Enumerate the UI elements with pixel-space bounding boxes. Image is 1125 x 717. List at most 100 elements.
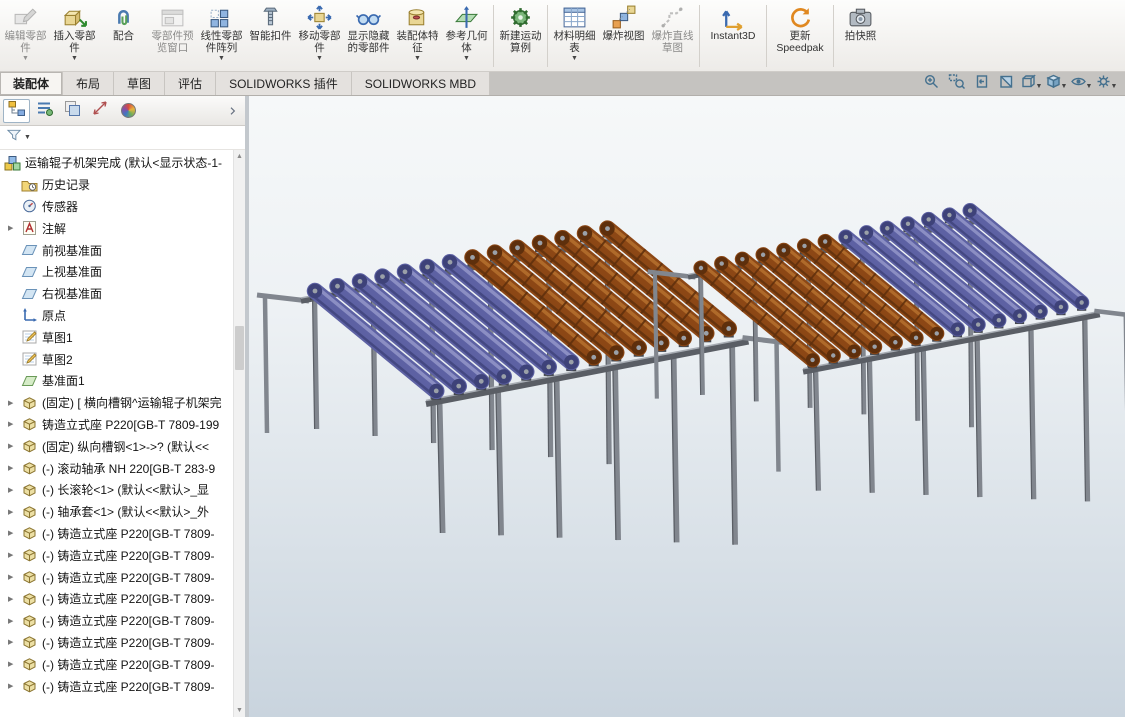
ribbon-button-bill-of-materials[interactable]: 材料明细表 ▼: [550, 1, 599, 71]
expand-arrow-icon[interactable]: ▶: [8, 573, 21, 581]
tree-item[interactable]: 基准面1: [0, 370, 233, 392]
expand-arrow-icon[interactable]: ▶: [8, 508, 21, 516]
scroll-down-icon[interactable]: ▼: [234, 704, 245, 717]
tree-item[interactable]: ▶ 注解: [0, 217, 233, 239]
display-style-button[interactable]: ▼: [1045, 73, 1067, 94]
expand-arrow-icon[interactable]: ▶: [8, 420, 21, 428]
ribbon-button-edit-component[interactable]: 编辑零部件 ▼: [1, 1, 50, 71]
graphics-area[interactable]: [249, 96, 1125, 717]
ribbon: 编辑零部件 ▼ 插入零部件 ▼ 配合 零部件预览窗口 线性零部件阵列 ▼ 智能扣件 移动零部件 ▼ 显…: [0, 0, 1125, 72]
tree-item[interactable]: 草图1: [0, 326, 233, 348]
tree-scrollbar[interactable]: ▲ ▼: [233, 150, 245, 717]
ribbon-button-label: 爆炸直线草图: [651, 30, 694, 54]
ribbon-button-smart-fasteners[interactable]: 智能扣件: [246, 1, 295, 71]
ribbon-button-exploded-view[interactable]: 爆炸视图: [599, 1, 648, 71]
filter-caret-icon[interactable]: ▼: [24, 134, 31, 142]
tree-item[interactable]: ▶ (-) 滚动轴承 NH 220[GB-T 283-9: [0, 457, 233, 479]
expand-arrow-icon[interactable]: ▶: [8, 529, 21, 537]
panel-tab-propertymanager[interactable]: [31, 99, 58, 123]
new-motion-study-icon: [507, 4, 534, 31]
ribbon-button-linear-component-pattern[interactable]: 线性零部件阵列 ▼: [197, 1, 246, 71]
command-tab-0[interactable]: 装配体: [0, 72, 64, 95]
tree-item[interactable]: ▶ (-) 轴承套<1> (默认<<默认>_外: [0, 501, 233, 523]
expand-arrow-icon[interactable]: ▶: [8, 595, 21, 603]
ribbon-button-component-preview-window[interactable]: 零部件预览窗口: [148, 1, 197, 71]
tree-item[interactable]: 原点: [0, 305, 233, 327]
part-icon: [21, 525, 38, 541]
expand-arrow-icon[interactable]: ▶: [8, 224, 21, 232]
panel-collapse-button[interactable]: [224, 101, 242, 121]
previous-view-button[interactable]: [970, 73, 992, 94]
ribbon-button-new-motion-study[interactable]: 新建运动算例: [496, 1, 545, 71]
expand-arrow-icon[interactable]: ▶: [8, 442, 21, 450]
ribbon-button-label: 线性零部件阵列: [200, 30, 243, 54]
ribbon-button-take-snapshot[interactable]: 拍快照: [836, 1, 885, 71]
ribbon-button-insert-components[interactable]: 插入零部件 ▼: [50, 1, 99, 71]
tree-item[interactable]: ▶ (-) 铸造立式座 P220[GB-T 7809-: [0, 544, 233, 566]
tree-item[interactable]: 草图2: [0, 348, 233, 370]
expand-arrow-icon[interactable]: ▶: [8, 464, 21, 472]
expand-arrow-icon[interactable]: ▶: [8, 638, 21, 646]
scene-svg[interactable]: [249, 96, 1125, 717]
ribbon-button-assembly-features[interactable]: 装配体特征 ▼: [393, 1, 442, 71]
sketch-icon: [21, 329, 38, 345]
panel-tab-featuremanager[interactable]: [3, 98, 30, 123]
tree-item-label: 铸造立式座 P220[GB-T 7809-199: [42, 417, 220, 432]
section-view-button[interactable]: [995, 73, 1017, 94]
tree-item[interactable]: ▶ (固定) [ 横向槽钢^运输辊子机架完: [0, 392, 233, 414]
ribbon-button-mate[interactable]: 配合: [99, 1, 148, 71]
scrollbar-thumb[interactable]: [235, 325, 244, 370]
tree-item[interactable]: ▶ 铸造立式座 P220[GB-T 7809-199: [0, 414, 233, 436]
tree-item[interactable]: 右视基准面: [0, 283, 233, 305]
command-tab-5[interactable]: SOLIDWORKS MBD: [351, 72, 491, 95]
filter-icon[interactable]: [6, 128, 22, 147]
ribbon-button-explode-line-sketch[interactable]: 爆炸直线草图: [648, 1, 697, 71]
expand-arrow-icon[interactable]: ▶: [8, 660, 21, 668]
tree-item[interactable]: ▶ (-) 铸造立式座 P220[GB-T 7809-: [0, 675, 233, 697]
previous-view-icon: [973, 73, 990, 95]
panel-tab-configurationmanager[interactable]: [59, 99, 86, 123]
view-settings-button[interactable]: ▼: [1095, 73, 1117, 94]
view-orientation-button[interactable]: ▼: [1020, 73, 1042, 94]
tree-item[interactable]: ▶ (-) 铸造立式座 P220[GB-T 7809-: [0, 588, 233, 610]
scroll-up-icon[interactable]: ▲: [234, 150, 245, 163]
tree-item[interactable]: ▶ (固定) 纵向槽钢<1>->? (默认<<: [0, 435, 233, 457]
command-tab-2[interactable]: 草图: [114, 72, 166, 95]
panel-tabs: [0, 96, 245, 126]
tree-item[interactable]: ▶ (-) 铸造立式座 P220[GB-T 7809-: [0, 523, 233, 545]
part-icon: [21, 460, 38, 476]
panel-tab-dimxpertmanager[interactable]: [87, 99, 114, 123]
tree-item[interactable]: 运输辊子机架完成 (默认<显示状态-1-: [0, 152, 233, 174]
command-tab-1[interactable]: 布局: [63, 72, 115, 95]
tree-item[interactable]: ▶ (-) 铸造立式座 P220[GB-T 7809-: [0, 610, 233, 632]
tree-item[interactable]: 上视基准面: [0, 261, 233, 283]
hide-show-items-button[interactable]: ▼: [1070, 73, 1092, 94]
tree-item[interactable]: ▶ (-) 铸造立式座 P220[GB-T 7809-: [0, 632, 233, 654]
tree-item[interactable]: 传感器: [0, 196, 233, 218]
tree-item[interactable]: ▶ (-) 铸造立式座 P220[GB-T 7809-: [0, 566, 233, 588]
panel-tab-displaymanager[interactable]: [115, 99, 142, 123]
tree-item[interactable]: 历史记录: [0, 174, 233, 196]
tree-item[interactable]: ▶ (-) 长滚轮<1> (默认<<默认>_显: [0, 479, 233, 501]
tree-item-label: (-) 铸造立式座 P220[GB-T 7809-: [42, 592, 215, 607]
expand-arrow-icon[interactable]: ▶: [8, 617, 21, 625]
expand-arrow-icon[interactable]: ▶: [8, 551, 21, 559]
command-tab-4[interactable]: SOLIDWORKS 插件: [216, 72, 352, 95]
zoom-to-area-button[interactable]: [945, 73, 967, 94]
tree-item-label: (-) 铸造立式座 P220[GB-T 7809-: [42, 635, 215, 650]
expand-arrow-icon[interactable]: ▶: [8, 399, 21, 407]
ribbon-button-reference-geometry[interactable]: 参考几何体 ▼: [442, 1, 491, 71]
tree-item[interactable]: ▶ (-) 铸造立式座 P220[GB-T 7809-: [0, 653, 233, 675]
ribbon-button-show-hidden-components[interactable]: 显示隐藏的零部件: [344, 1, 393, 71]
tree-item[interactable]: 前视基准面: [0, 239, 233, 261]
ribbon-button-update-speedpak[interactable]: 更新 Speedpak: [769, 1, 831, 71]
part-icon: [21, 395, 38, 411]
bill-of-materials-icon: [561, 4, 588, 31]
zoom-to-fit-button[interactable]: [920, 73, 942, 94]
ribbon-button-instant3d[interactable]: Instant3D: [702, 1, 764, 71]
command-tab-3[interactable]: 评估: [165, 72, 217, 95]
roller-rack-right[interactable]: [647, 203, 1125, 502]
expand-arrow-icon[interactable]: ▶: [8, 486, 21, 494]
expand-arrow-icon[interactable]: ▶: [8, 682, 21, 690]
ribbon-button-move-component[interactable]: 移动零部件 ▼: [295, 1, 344, 71]
